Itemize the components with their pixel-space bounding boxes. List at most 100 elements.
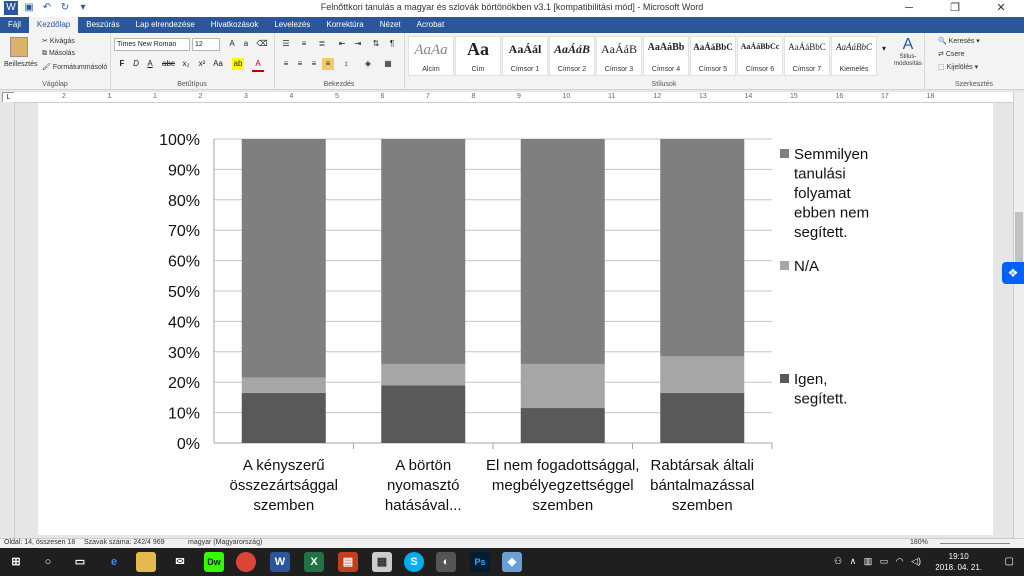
vertical-scrollbar[interactable] <box>1013 92 1024 538</box>
line-spacing-icon[interactable]: ↕ <box>340 58 352 70</box>
tab-acrobat[interactable]: Acrobat <box>409 17 453 33</box>
style-heading-7[interactable]: AaÁáBbC Címsor 7 <box>784 36 830 76</box>
bold-icon[interactable]: F <box>116 58 128 70</box>
cut-button[interactable]: ✂ Kivágás <box>42 37 75 45</box>
clear-format-icon[interactable]: ⌫ <box>256 38 268 50</box>
legend-label: folyamat <box>794 185 852 202</box>
tab-home[interactable]: Kezdőlap <box>28 17 79 33</box>
language-indicator[interactable]: magyar (Magyarország) <box>188 539 262 546</box>
app2-icon[interactable]: ◐ <box>436 552 456 572</box>
minimize-button[interactable]: ─ <box>886 0 932 17</box>
tab-references[interactable]: Hivatkozások <box>203 17 267 33</box>
page-count[interactable]: Oldal: 14, összesen 18 <box>4 539 75 546</box>
wifi-icon[interactable]: ◠ <box>896 556 904 566</box>
zoom-level[interactable]: 180% <box>910 539 928 546</box>
subscript-icon[interactable]: x₂ <box>180 58 192 70</box>
notifications-icon[interactable]: ▢ <box>1005 556 1014 567</box>
task-view-icon[interactable]: ▭ <box>70 552 90 572</box>
document-page[interactable]: 0% 10% 20% 30% 40% 50% 60% 70% 80% 90% 100% A kénys… <box>38 103 993 535</box>
style-heading-4[interactable]: AaÁáBb Címsor 4 <box>643 36 689 76</box>
chevron-up-icon[interactable]: ∧ <box>850 556 857 566</box>
start-icon[interactable]: ⊞ <box>6 552 26 572</box>
word-taskbar-icon[interactable]: W <box>270 552 290 572</box>
tab-review[interactable]: Korrektúra <box>318 17 371 33</box>
font-size-select[interactable]: 12 <box>192 38 220 51</box>
highlight-icon[interactable]: ab <box>232 58 244 70</box>
align-left-icon[interactable]: ≡ <box>280 58 292 70</box>
file-explorer-icon[interactable] <box>136 552 156 572</box>
y-tick-label: 10% <box>168 406 200 423</box>
pilcrow-icon[interactable]: ¶ <box>386 38 398 50</box>
dropbox-icon[interactable]: ❖ <box>1002 262 1024 284</box>
tab-view[interactable]: Nézet <box>372 17 409 33</box>
close-button[interactable]: ✕ <box>978 0 1024 17</box>
battery-icon[interactable]: ▭ <box>880 556 889 566</box>
decrease-indent-icon[interactable]: ⇤ <box>336 38 348 50</box>
edge-icon[interactable]: e <box>104 552 124 572</box>
volume-icon[interactable]: ◁) <box>911 556 921 566</box>
horizontal-ruler[interactable]: 2 1 1 2 3 4 5 6 7 8 9 10 11 12 13 14 15 16 17 18 <box>14 92 1014 103</box>
style-heading-3[interactable]: AaÁáB Címsor 3 <box>596 36 642 76</box>
undo-icon[interactable]: ↶ <box>40 1 54 15</box>
notes-icon[interactable]: ▦ <box>372 552 392 572</box>
shading-icon[interactable]: ◈ <box>362 58 374 70</box>
find-button[interactable]: 🔍 Keresés ▾ <box>938 37 980 45</box>
clock[interactable]: 19:10 2018. 04. 21. <box>935 551 982 573</box>
network-icon[interactable]: ▥ <box>864 556 873 566</box>
person-icon[interactable]: ⚇ <box>834 556 842 566</box>
style-heading-6[interactable]: AaÁáBbCc Címsor 6 <box>737 36 783 76</box>
word-count[interactable]: Szavak száma: 242/4 969 <box>84 539 165 546</box>
style-heading-5[interactable]: AaÁáBbC Címsor 5 <box>690 36 736 76</box>
taskbar: ⊞ ○ ▭ e ✉ Dw W X ▤ ▦ S ◐ Ps ◆ ⚇ ∧ ▥ ▭ ◠ … <box>0 548 1024 576</box>
strikethrough-icon[interactable]: abc <box>162 58 175 70</box>
chrome-icon[interactable] <box>236 552 256 572</box>
save-icon[interactable]: ▣ <box>22 1 36 15</box>
superscript-icon[interactable]: x² <box>196 58 208 70</box>
multilevel-list-icon[interactable]: ≣ <box>316 38 328 50</box>
y-tick-label: 90% <box>168 162 200 179</box>
dreamweaver-icon[interactable]: Dw <box>204 552 224 572</box>
style-heading-1[interactable]: AaÁál Címsor 1 <box>502 36 548 76</box>
change-case-icon[interactable]: Aa <box>212 58 224 70</box>
underline-icon[interactable]: A <box>144 58 156 70</box>
style-heading-2[interactable]: AaÁáB Címsor 2 <box>549 36 595 76</box>
grow-font-icon[interactable]: A <box>226 38 238 50</box>
justify-icon[interactable]: ≡ <box>322 58 334 70</box>
increase-indent-icon[interactable]: ⇥ <box>352 38 364 50</box>
format-painter-button[interactable]: 🖌 Formátummásoló <box>42 63 107 71</box>
bullets-icon[interactable]: ☰ <box>280 38 292 50</box>
borders-icon[interactable]: ▦ <box>382 58 394 70</box>
skype-icon[interactable]: S <box>404 552 424 572</box>
style-emphasis[interactable]: AaÁáBbC Kiemelés <box>831 36 877 76</box>
style-title[interactable]: Aa Cím <box>455 36 501 76</box>
photoshop-icon[interactable]: Ps <box>470 552 490 572</box>
app3-icon[interactable]: ◆ <box>502 552 522 572</box>
sort-icon[interactable]: ⇅ <box>370 38 382 50</box>
shrink-font-icon[interactable]: a <box>240 38 252 50</box>
align-center-icon[interactable]: ≡ <box>294 58 306 70</box>
mail-icon[interactable]: ✉ <box>170 552 190 572</box>
italic-icon[interactable]: D <box>130 58 142 70</box>
maximize-button[interactable]: ❐ <box>932 0 978 17</box>
style-subtitle[interactable]: AaAa Alcím <box>408 36 454 76</box>
change-styles-button[interactable]: A Stílus-módosítás <box>892 36 924 68</box>
tab-mailings[interactable]: Levelezés <box>266 17 318 33</box>
excel-icon[interactable]: X <box>304 552 324 572</box>
font-name-select[interactable]: Times New Roman <box>114 38 190 51</box>
copy-button[interactable]: ⧉ Másolás <box>42 50 75 58</box>
numbering-icon[interactable]: ≡ <box>298 38 310 50</box>
replace-button[interactable]: ⇄ Csere <box>938 50 965 58</box>
align-right-icon[interactable]: ≡ <box>308 58 320 70</box>
tab-insert[interactable]: Beszúrás <box>78 17 127 33</box>
select-button[interactable]: ⬚ Kijelölés ▾ <box>938 63 978 71</box>
search-icon[interactable]: ○ <box>38 552 58 572</box>
zoom-slider[interactable] <box>940 543 1010 544</box>
font-color-icon[interactable]: A <box>252 58 264 72</box>
tab-file[interactable]: Fájl <box>0 17 29 33</box>
redo-icon[interactable]: ↻ <box>58 1 72 15</box>
styles-more-icon[interactable]: ▾ <box>878 43 890 55</box>
tab-page-layout[interactable]: Lap elrendezése <box>128 17 203 33</box>
customize-qat-icon[interactable]: ▾ <box>76 1 90 15</box>
app-icon[interactable]: ▤ <box>338 552 358 572</box>
paste-button[interactable]: Beillesztés <box>4 37 37 68</box>
